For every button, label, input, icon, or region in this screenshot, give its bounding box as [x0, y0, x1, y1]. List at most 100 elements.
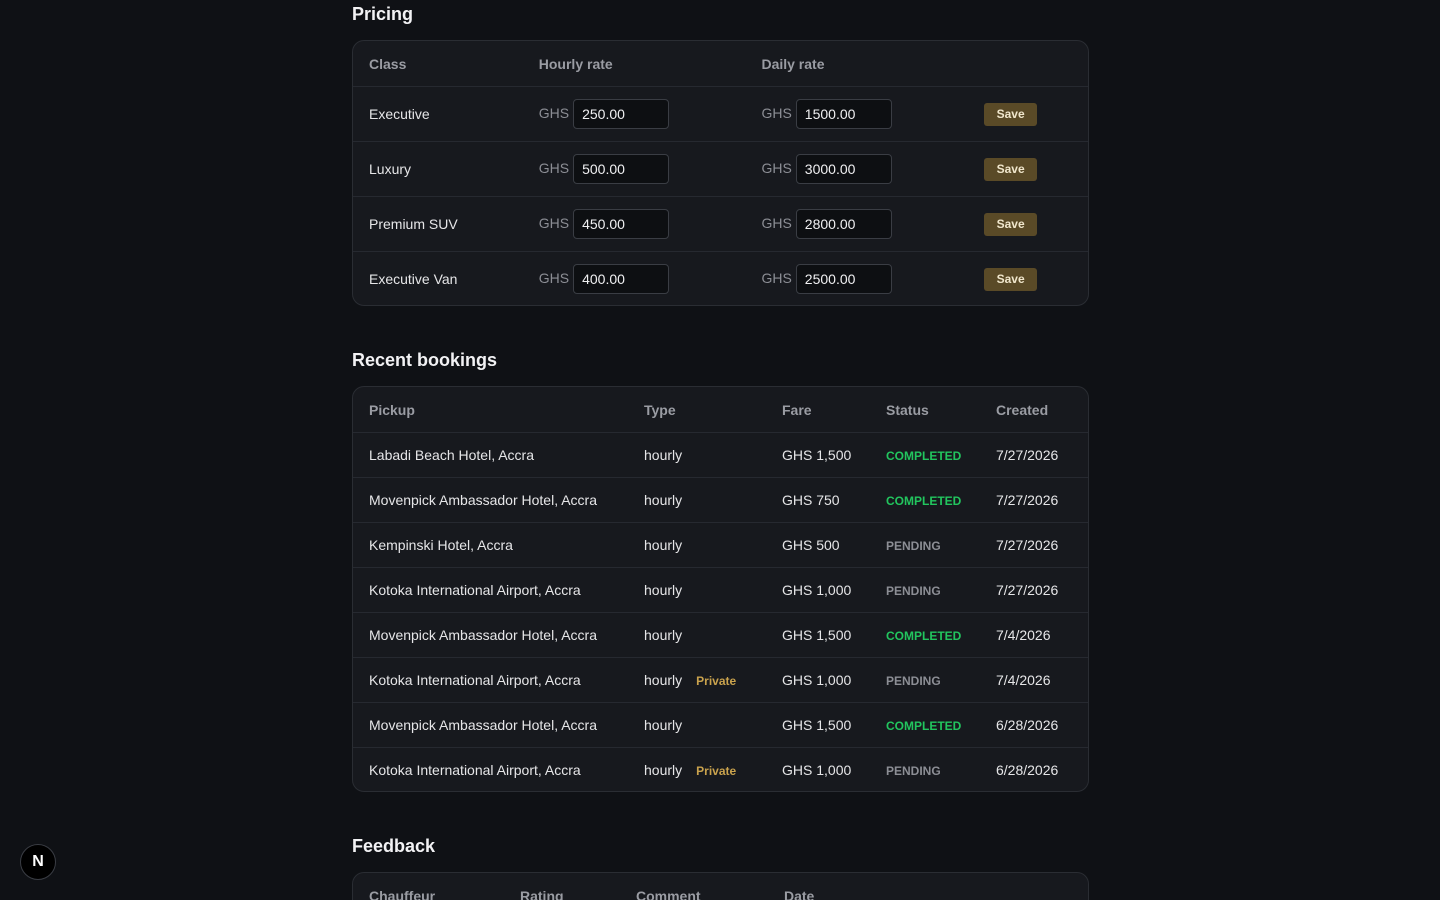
- hourly-rate-input[interactable]: [573, 209, 670, 239]
- booking-row[interactable]: Movenpick Ambassador Hotel, Accra hourly G…: [353, 702, 1088, 747]
- booking-pickup: Movenpick Ambassador Hotel, Accra: [369, 627, 597, 643]
- booking-type-cell: hourly: [628, 537, 766, 553]
- booking-rows: Labadi Beach Hotel, Accra hourly GHS 1,500…: [353, 432, 1088, 791]
- save-button[interactable]: Save: [984, 102, 1038, 126]
- currency-label: GHS: [761, 214, 792, 231]
- daily-rate-cell: GHS: [745, 264, 968, 294]
- pricing-class-name: Executive: [369, 106, 430, 122]
- bookings-header-row: Pickup Type Fare Status Created: [353, 387, 1088, 432]
- booking-type: hourly: [644, 582, 683, 598]
- status-badge: COMPLETED: [886, 719, 962, 733]
- booking-fare: GHS 1,000: [782, 582, 852, 598]
- daily-rate-input[interactable]: [795, 99, 892, 129]
- currency-label: GHS: [761, 269, 792, 286]
- pricing-title: Pricing: [352, 4, 414, 24]
- booking-type: hourly: [644, 672, 683, 688]
- daily-rate-input[interactable]: [795, 209, 892, 239]
- status-badge: COMPLETED: [886, 449, 962, 463]
- booking-created: 7/4/2026: [996, 672, 1051, 688]
- booking-row[interactable]: Kotoka International Airport, Accra hourl…: [353, 567, 1088, 612]
- hourly-rate-cell: GHS: [523, 99, 746, 129]
- booking-pickup: Labadi Beach Hotel, Accra: [369, 447, 534, 463]
- booking-status-cell: PENDING: [870, 537, 980, 553]
- header-created: Created: [996, 401, 1049, 418]
- booking-fare: GHS 1,500: [782, 717, 852, 733]
- booking-status-cell: PENDING: [870, 762, 980, 778]
- booking-created: 6/28/2026: [996, 762, 1059, 778]
- pricing-row: Executive GHS GHS Save: [353, 86, 1088, 141]
- booking-row[interactable]: Kotoka International Airport, Accra hourl…: [353, 747, 1088, 791]
- header-status: Status: [886, 401, 929, 418]
- status-badge: PENDING: [886, 764, 941, 778]
- pricing-class-name: Luxury: [369, 161, 412, 177]
- booking-status-cell: COMPLETED: [870, 447, 980, 463]
- save-button[interactable]: Save: [984, 157, 1038, 181]
- booking-row[interactable]: Movenpick Ambassador Hotel, Accra hourly G…: [353, 612, 1088, 657]
- header-rating: Rating: [520, 887, 564, 900]
- save-button[interactable]: Save: [984, 212, 1038, 236]
- booking-row[interactable]: Kotoka International Airport, Accra hourl…: [353, 657, 1088, 702]
- nextjs-logo-icon[interactable]: N: [20, 844, 56, 880]
- hourly-rate-input[interactable]: [573, 154, 670, 184]
- booking-fare: GHS 500: [782, 537, 840, 553]
- booking-created: 7/4/2026: [996, 627, 1051, 643]
- action-cell: Save: [968, 267, 1088, 291]
- daily-rate-input[interactable]: [795, 264, 892, 294]
- pricing-header-row: Class Hourly rate Daily rate: [353, 41, 1088, 86]
- hourly-rate-input[interactable]: [573, 99, 670, 129]
- booking-status-cell: PENDING: [870, 672, 980, 688]
- status-badge: PENDING: [886, 584, 941, 598]
- booking-type-cell: hourly: [628, 582, 766, 598]
- header-comment: Comment: [636, 887, 701, 900]
- page: Pricing Class Hourly rate Daily rate Exe…: [0, 0, 1440, 900]
- action-cell: Save: [968, 212, 1088, 236]
- booking-type: hourly: [644, 492, 683, 508]
- daily-rate-input[interactable]: [795, 154, 892, 184]
- hourly-rate-input[interactable]: [573, 264, 670, 294]
- booking-fare: GHS 1,000: [782, 672, 852, 688]
- booking-row[interactable]: Labadi Beach Hotel, Accra hourly GHS 1,500…: [353, 432, 1088, 477]
- booking-pickup: Kotoka International Airport, Accra: [369, 672, 581, 688]
- booking-created: 7/27/2026: [996, 582, 1059, 598]
- hourly-rate-cell: GHS: [523, 154, 746, 184]
- header-chauffeur: Chauffeur: [369, 887, 436, 900]
- booking-type-cell: hourly Private: [628, 672, 766, 688]
- status-badge: COMPLETED: [886, 629, 962, 643]
- status-badge: PENDING: [886, 539, 941, 553]
- booking-status-cell: COMPLETED: [870, 717, 980, 733]
- pricing-row: Executive Van GHS GHS Save: [353, 251, 1088, 305]
- currency-label: GHS: [538, 269, 570, 286]
- booking-created: 7/27/2026: [996, 492, 1059, 508]
- private-tag: Private: [696, 674, 737, 688]
- recent-bookings-title: Recent bookings: [352, 350, 498, 370]
- feedback-header-row: Chauffeur Rating Comment Date: [353, 873, 1088, 900]
- currency-label: GHS: [538, 104, 570, 121]
- booking-status-cell: COMPLETED: [870, 492, 980, 508]
- currency-label: GHS: [761, 104, 792, 121]
- daily-rate-cell: GHS: [745, 99, 968, 129]
- booking-type-cell: hourly: [628, 492, 766, 508]
- currency-label: GHS: [538, 214, 570, 231]
- booking-pickup: Kotoka International Airport, Accra: [369, 762, 581, 778]
- header-type: Type: [644, 401, 676, 418]
- pricing-class-name: Executive Van: [369, 271, 458, 287]
- booking-type: hourly: [644, 537, 683, 553]
- booking-created: 6/28/2026: [996, 717, 1059, 733]
- booking-type: hourly: [644, 762, 683, 778]
- header-fare: Fare: [782, 401, 812, 418]
- save-button[interactable]: Save: [984, 267, 1038, 291]
- status-badge: PENDING: [886, 674, 941, 688]
- recent-bookings-table: Pickup Type Fare Status Created Labadi B…: [352, 386, 1089, 792]
- booking-created: 7/27/2026: [996, 537, 1059, 553]
- booking-type: hourly: [644, 717, 683, 733]
- feedback-title: Feedback: [352, 836, 436, 856]
- booking-fare: GHS 750: [782, 492, 840, 508]
- booking-pickup: Movenpick Ambassador Hotel, Accra: [369, 717, 597, 733]
- feedback-table: Chauffeur Rating Comment Date: [352, 872, 1089, 900]
- status-badge: COMPLETED: [886, 494, 962, 508]
- booking-row[interactable]: Kempinski Hotel, Accra hourly GHS 500 PENDI…: [353, 522, 1088, 567]
- booking-status-cell: COMPLETED: [870, 627, 980, 643]
- currency-label: GHS: [761, 159, 792, 176]
- booking-pickup: Kempinski Hotel, Accra: [369, 537, 513, 553]
- booking-row[interactable]: Movenpick Ambassador Hotel, Accra hourly G…: [353, 477, 1088, 522]
